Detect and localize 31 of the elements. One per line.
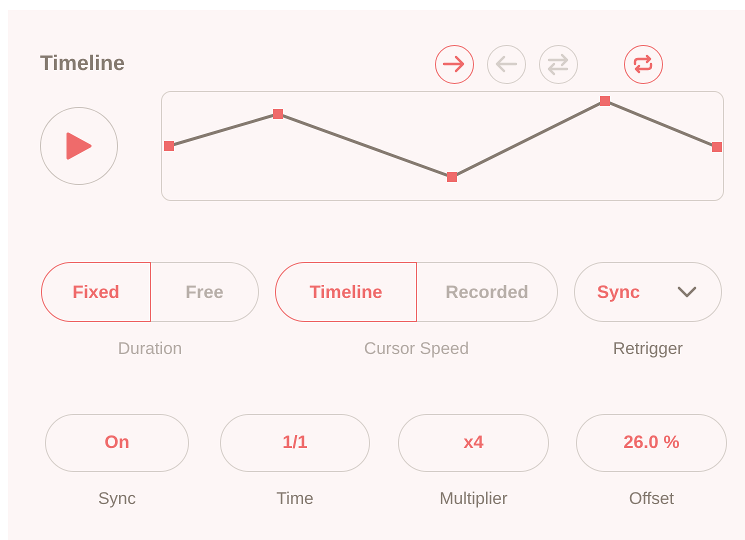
graph-point[interactable] [164, 141, 174, 151]
parameter-field[interactable]: 26.0 % [576, 414, 727, 472]
play-icon [66, 132, 92, 160]
loop-button[interactable] [624, 44, 663, 84]
graph-point[interactable] [273, 109, 283, 119]
control-label: Time [275, 488, 315, 510]
control-label: Duration [116, 338, 184, 360]
direction-button[interactable] [486, 44, 526, 84]
graph-point[interactable] [600, 96, 610, 106]
swap-arrows-icon [546, 52, 570, 76]
segment-option[interactable]: Recorded [417, 262, 558, 322]
segment-option[interactable]: Timeline [275, 262, 417, 322]
graph-frame[interactable] [161, 91, 724, 201]
graph-point[interactable] [447, 172, 457, 182]
panel-title: Timeline [40, 51, 125, 78]
retrigger-dropdown[interactable]: Sync [574, 262, 722, 322]
parameter-field[interactable]: x4 [398, 414, 549, 472]
chevron-down-icon [677, 286, 697, 298]
graph-point[interactable] [712, 142, 722, 152]
segment-option[interactable]: Fixed [41, 262, 151, 322]
parameter-field[interactable]: On [45, 414, 189, 472]
control-label: Multiplier [438, 488, 509, 510]
direction-button[interactable] [434, 44, 474, 84]
control-label: Sync [97, 488, 137, 510]
play-button[interactable] [40, 107, 118, 185]
control-label: Offset [628, 488, 676, 510]
segment-option[interactable]: Free [151, 262, 259, 322]
direction-button[interactable] [538, 44, 578, 84]
control-label: Retrigger [612, 338, 684, 360]
parameter-field[interactable]: 1/1 [220, 414, 370, 472]
control-label: Cursor Speed [363, 338, 470, 360]
